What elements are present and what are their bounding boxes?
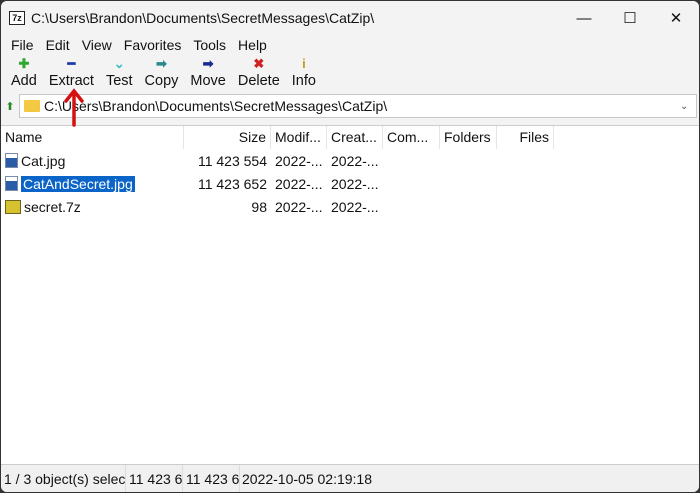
window-title: C:\Users\Brandon\Documents\SecretMessage…	[31, 10, 375, 26]
column-headers: Name Size Modif... Creat... Com... Folde…	[1, 126, 699, 149]
title-bar: 7z C:\Users\Brandon\Documents\SecretMess…	[1, 1, 699, 35]
delete-x-icon: ✖	[253, 56, 265, 71]
toolbar-label: Add	[11, 73, 37, 89]
toolbar-label: Info	[291, 73, 316, 89]
toolbar-label: Test	[105, 73, 133, 89]
file-modified: 2022-...	[275, 152, 323, 169]
window: 7z C:\Users\Brandon\Documents\SecretMess…	[1, 1, 699, 492]
toolbar-label: Delete	[237, 73, 280, 89]
check-chevron-icon: ⌄	[113, 56, 125, 71]
file-row[interactable]: Cat.jpg 11 423 554 2022-... 2022-...	[1, 149, 699, 172]
file-modified: 2022-...	[275, 175, 323, 192]
status-size: 11 423 652	[126, 465, 183, 492]
file-created: 2022-...	[331, 198, 379, 215]
status-packed: 11 423 652	[183, 465, 240, 492]
file-name: CatAndSecret.jpg	[21, 175, 135, 192]
file-size: 11 423 554	[197, 152, 267, 169]
menu-bar: File Edit View Favorites Tools Help	[1, 35, 699, 55]
file-modified: 2022-...	[275, 198, 323, 215]
toolbar-move-button[interactable]: ➡ Move	[184, 55, 231, 95]
menu-file[interactable]: File	[5, 37, 40, 53]
move-arrow-icon: ➡	[202, 56, 214, 71]
address-input[interactable]: C:\Users\Brandon\Documents\SecretMessage…	[19, 94, 697, 118]
column-files[interactable]: Files	[497, 126, 554, 149]
up-folder-icon[interactable]: ⬆	[1, 100, 19, 113]
column-modified[interactable]: Modif...	[271, 126, 327, 149]
copy-arrow-icon: ➡	[156, 56, 167, 71]
maximize-button[interactable]: ☐	[607, 9, 653, 27]
file-name: Cat.jpg	[21, 152, 66, 169]
info-icon: i	[302, 56, 306, 71]
minus-icon: ━	[67, 56, 76, 71]
image-file-icon	[5, 153, 18, 168]
toolbar-label: Move	[190, 73, 226, 89]
menu-view[interactable]: View	[76, 37, 118, 53]
toolbar-add-button[interactable]: ✚ Add	[5, 55, 43, 95]
file-size: 11 423 652	[197, 175, 267, 192]
menu-help[interactable]: Help	[232, 37, 273, 53]
chevron-down-icon[interactable]: ⌄	[680, 101, 696, 112]
toolbar-test-button[interactable]: ⌄ Test	[100, 55, 139, 95]
file-name: secret.7z	[24, 198, 81, 215]
plus-icon: ✚	[18, 56, 30, 71]
menu-tools[interactable]: Tools	[187, 37, 232, 53]
red-arrow-annotation	[64, 88, 84, 127]
toolbar-info-button[interactable]: i Info	[286, 55, 322, 95]
folder-icon	[24, 100, 40, 112]
image-file-icon	[5, 176, 18, 191]
archive-file-icon	[5, 199, 21, 214]
status-bar: 1 / 3 object(s) selected 11 423 652 11 4…	[1, 464, 699, 492]
file-list: Name Size Modif... Creat... Com... Folde…	[1, 125, 699, 464]
column-name[interactable]: Name	[1, 126, 184, 149]
toolbar: ✚ Add ━ Extract ⌄ Test ➡ Copy ➡ Move ✖ Delete i Info	[1, 55, 699, 95]
address-bar: ⬆ C:\Users\Brandon\Documents\SecretMessa…	[1, 93, 699, 119]
address-path: C:\Users\Brandon\Documents\SecretMessage…	[44, 98, 388, 114]
status-selection: 1 / 3 object(s) selected	[1, 465, 126, 492]
file-row[interactable]: CatAndSecret.jpg 11 423 652 2022-... 202…	[1, 172, 699, 195]
menu-edit[interactable]: Edit	[40, 37, 76, 53]
close-button[interactable]: ✕	[653, 9, 699, 27]
app-7zip-icon: 7z	[9, 11, 25, 25]
file-row[interactable]: secret.7z 98 2022-... 2022-...	[1, 195, 699, 218]
column-folders[interactable]: Folders	[440, 126, 497, 149]
toolbar-delete-button[interactable]: ✖ Delete	[232, 55, 286, 95]
column-size[interactable]: Size	[184, 126, 271, 149]
menu-favorites[interactable]: Favorites	[118, 37, 188, 53]
column-created[interactable]: Creat...	[327, 126, 383, 149]
file-size: 98	[251, 198, 267, 215]
status-date: 2022-10-05 02:19:18	[242, 471, 372, 487]
file-created: 2022-...	[331, 152, 379, 169]
minimize-button[interactable]: —	[561, 10, 607, 27]
toolbar-copy-button[interactable]: ➡ Copy	[139, 55, 185, 95]
toolbar-label: Copy	[144, 73, 179, 89]
file-created: 2022-...	[331, 175, 379, 192]
column-comment[interactable]: Com...	[383, 126, 440, 149]
